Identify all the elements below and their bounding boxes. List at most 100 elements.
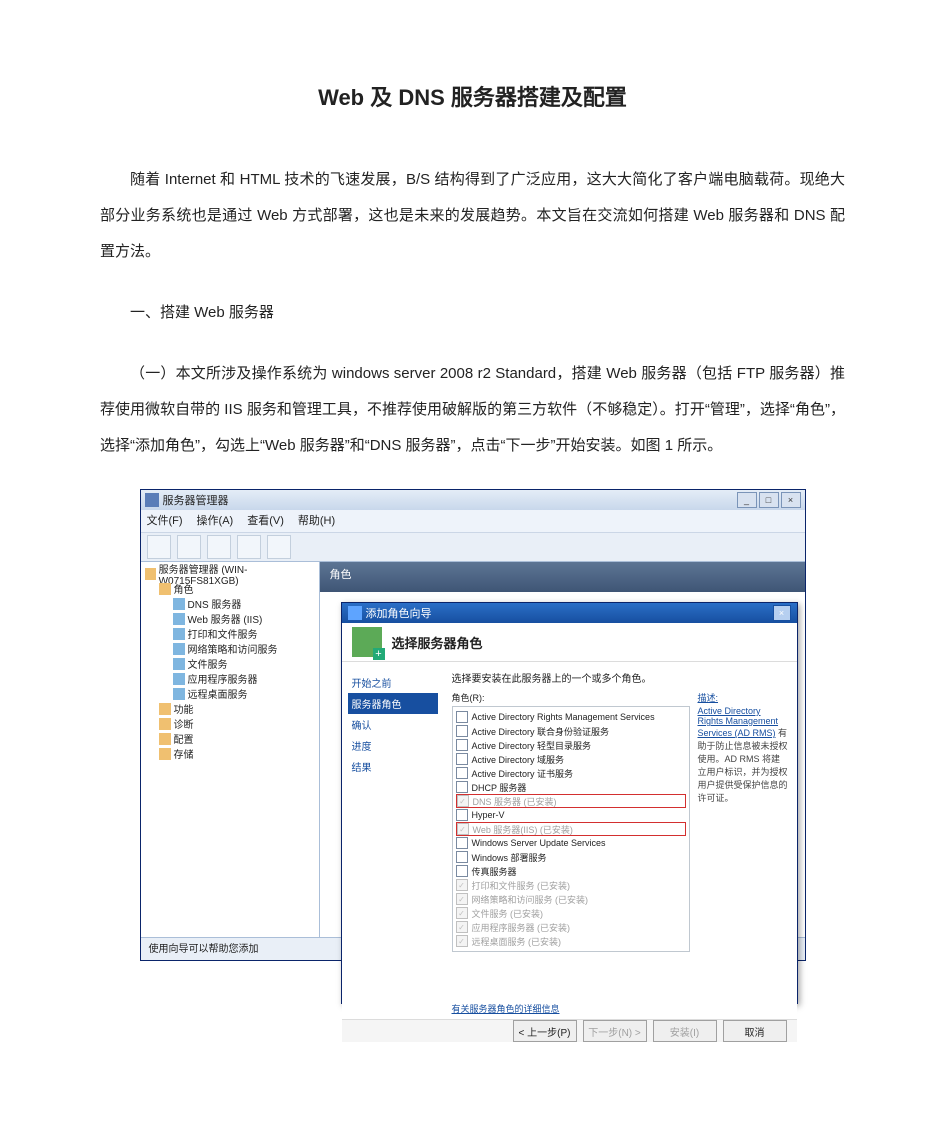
tree-features[interactable]: 功能 (145, 701, 315, 716)
role-checkbox-row: ✓ 打印和文件服务 (已安装) (456, 878, 686, 892)
tree-role-item-label: 网络策略和访问服务 (188, 641, 278, 656)
role-checkbox-row[interactable]: Active Directory 域服务 (456, 752, 686, 766)
role-checkbox-row: ✓网络策略和访问服务 (已安装) (456, 892, 686, 906)
tree-role-item[interactable]: 远程桌面服务 (145, 686, 315, 701)
wizard-nav-confirm[interactable]: 确认 (348, 714, 438, 735)
tree-config[interactable]: 配置 (145, 731, 315, 746)
role-checkbox-row[interactable]: Windows 部署服务 (456, 850, 686, 864)
role-checkbox-label: Active Directory Rights Management Servi… (472, 712, 655, 722)
minimize-button[interactable]: _ (737, 492, 757, 508)
paragraph-intro: 随着 Internet 和 HTML 技术的飞速发展，B/S 结构得到了广泛应用… (100, 162, 845, 270)
role-checkbox-label: 打印和文件服务 (已安装) (472, 879, 571, 892)
wizard-header: 选择服务器角色 (342, 623, 797, 662)
menu-file[interactable]: 文件(F) (147, 512, 183, 530)
role-checkbox-label: Web 服务器(IIS) (已安装) (473, 823, 573, 836)
role-checkbox-label: 远程桌面服务 (已安装) (472, 935, 562, 948)
more-info-link[interactable]: 有关服务器角色的详细信息 (452, 1002, 789, 1015)
tree-role-item-label: DNS 服务器 (188, 596, 242, 611)
role-checkbox-label: Windows Server Update Services (472, 838, 606, 848)
toolbar-forward-button[interactable] (177, 535, 201, 559)
role-checkbox[interactable] (456, 725, 468, 737)
wizard-instruction: 选择要安装在此服务器上的一个或多个角色。 (452, 670, 789, 685)
install-button[interactable]: 安装(I) (653, 1020, 717, 1042)
folder-icon (159, 748, 171, 760)
roles-group-label: 角色(R): (452, 691, 690, 704)
role-checkbox: ✓ (456, 893, 468, 905)
role-description-label: 描述: (698, 691, 789, 704)
role-checkbox[interactable] (456, 767, 468, 779)
role-description-link[interactable]: Active Directory Rights Management Servi… (698, 706, 779, 738)
back-button[interactable]: < 上一步(P) (513, 1020, 577, 1042)
toolbar-refresh-button[interactable] (237, 535, 261, 559)
wizard-nav-roles[interactable]: 服务器角色 (348, 693, 438, 714)
tree-config-label: 配置 (174, 731, 194, 746)
role-checkbox-row: ✓远程桌面服务 (已安装) (456, 934, 686, 948)
window-title: 服务器管理器 (163, 492, 229, 508)
role-checkbox[interactable] (456, 809, 468, 821)
role-checkbox-row[interactable]: 传真服务器 (456, 864, 686, 878)
tree-storage[interactable]: 存储 (145, 746, 315, 761)
wizard-header-title: 选择服务器角色 (392, 633, 483, 652)
role-checkbox-label: Active Directory 证书服务 (472, 767, 574, 780)
tree-root[interactable]: 服务器管理器 (WIN-W0715FS81XGB) (145, 566, 315, 581)
tree-role-item[interactable]: 打印和文件服务 (145, 626, 315, 641)
tree-role-item-label: 远程桌面服务 (188, 686, 248, 701)
tree-role-item-label: Web 服务器 (IIS) (188, 611, 263, 626)
wizard-content: 选择要安装在此服务器上的一个或多个角色。 角色(R): Active Direc… (444, 662, 797, 1019)
role-checkbox-label: Windows 部署服务 (472, 851, 547, 864)
navigation-tree[interactable]: 服务器管理器 (WIN-W0715FS81XGB) 角色 DNS 服务器Web … (141, 562, 320, 937)
menu-help[interactable]: 帮助(H) (298, 512, 335, 530)
folder-icon (159, 703, 171, 715)
menu-view[interactable]: 查看(V) (247, 512, 284, 530)
tree-role-item[interactable]: 文件服务 (145, 656, 315, 671)
role-checkbox-row[interactable]: Active Directory 联合身份验证服务 (456, 724, 686, 738)
tree-role-item[interactable]: 网络策略和访问服务 (145, 641, 315, 656)
server-manager-window: 服务器管理器 _ □ × 文件(F) 操作(A) 查看(V) 帮助(H) (140, 489, 806, 961)
toolbar-up-button[interactable] (207, 535, 231, 559)
role-checkbox[interactable] (456, 711, 468, 723)
wizard-nav-start[interactable]: 开始之前 (348, 672, 438, 693)
maximize-button[interactable]: □ (759, 492, 779, 508)
tree-role-item-label: 打印和文件服务 (188, 626, 258, 641)
menu-action[interactable]: 操作(A) (197, 512, 234, 530)
role-checkbox-label: 传真服务器 (472, 865, 517, 878)
next-button[interactable]: 下一步(N) > (583, 1020, 647, 1042)
document-title: Web 及 DNS 服务器搭建及配置 (100, 80, 845, 112)
role-checkbox[interactable] (456, 837, 468, 849)
role-description-panel: 描述: Active Directory Rights Management S… (698, 691, 789, 952)
role-checkbox-label: DHCP 服务器 (472, 781, 527, 794)
role-checkbox-row: ✓文件服务 (已安装) (456, 906, 686, 920)
role-checkbox-row[interactable]: Hyper-V (456, 808, 686, 822)
close-button[interactable]: × (781, 492, 801, 508)
role-checkbox-row[interactable]: Active Directory Rights Management Servi… (456, 710, 686, 724)
role-checkbox-row[interactable]: Active Directory 轻型目录服务 (456, 738, 686, 752)
wizard-nav: 开始之前 服务器角色 确认 进度 结果 (342, 662, 444, 1019)
tree-role-item[interactable]: Web 服务器 (IIS) (145, 611, 315, 626)
role-checkbox[interactable] (456, 753, 468, 765)
wizard-nav-result[interactable]: 结果 (348, 756, 438, 777)
wizard-close-button[interactable]: × (773, 605, 791, 621)
role-checkbox-row[interactable]: Windows Server Update Services (456, 836, 686, 850)
wizard-nav-progress[interactable]: 进度 (348, 735, 438, 756)
roles-listbox[interactable]: Active Directory Rights Management Servi… (452, 706, 690, 952)
role-checkbox: ✓ (457, 823, 469, 835)
role-checkbox[interactable] (456, 739, 468, 751)
role-checkbox-row[interactable]: Active Directory 证书服务 (456, 766, 686, 780)
tree-role-item[interactable]: 应用程序服务器 (145, 671, 315, 686)
toolbar-help-button[interactable] (267, 535, 291, 559)
figure-1: 服务器管理器 _ □ × 文件(F) 操作(A) 查看(V) 帮助(H) (140, 489, 806, 961)
role-checkbox[interactable] (456, 865, 468, 877)
wizard-footer: < 上一步(P) 下一步(N) > 安装(I) 取消 (342, 1019, 797, 1042)
role-checkbox-label: Active Directory 域服务 (472, 753, 565, 766)
role-checkbox[interactable] (456, 851, 468, 863)
cancel-button[interactable]: 取消 (723, 1020, 787, 1042)
toolbar-back-button[interactable] (147, 535, 171, 559)
role-checkbox-row[interactable]: DHCP 服务器 (456, 780, 686, 794)
role-checkbox-label: Active Directory 轻型目录服务 (472, 739, 592, 752)
role-checkbox: ✓ (456, 879, 468, 891)
role-checkbox-label: DNS 服务器 (已安装) (473, 795, 557, 808)
role-checkbox[interactable] (456, 781, 468, 793)
tree-diagnostics[interactable]: 诊断 (145, 716, 315, 731)
add-role-icon (352, 627, 382, 657)
tree-role-item[interactable]: DNS 服务器 (145, 596, 315, 611)
